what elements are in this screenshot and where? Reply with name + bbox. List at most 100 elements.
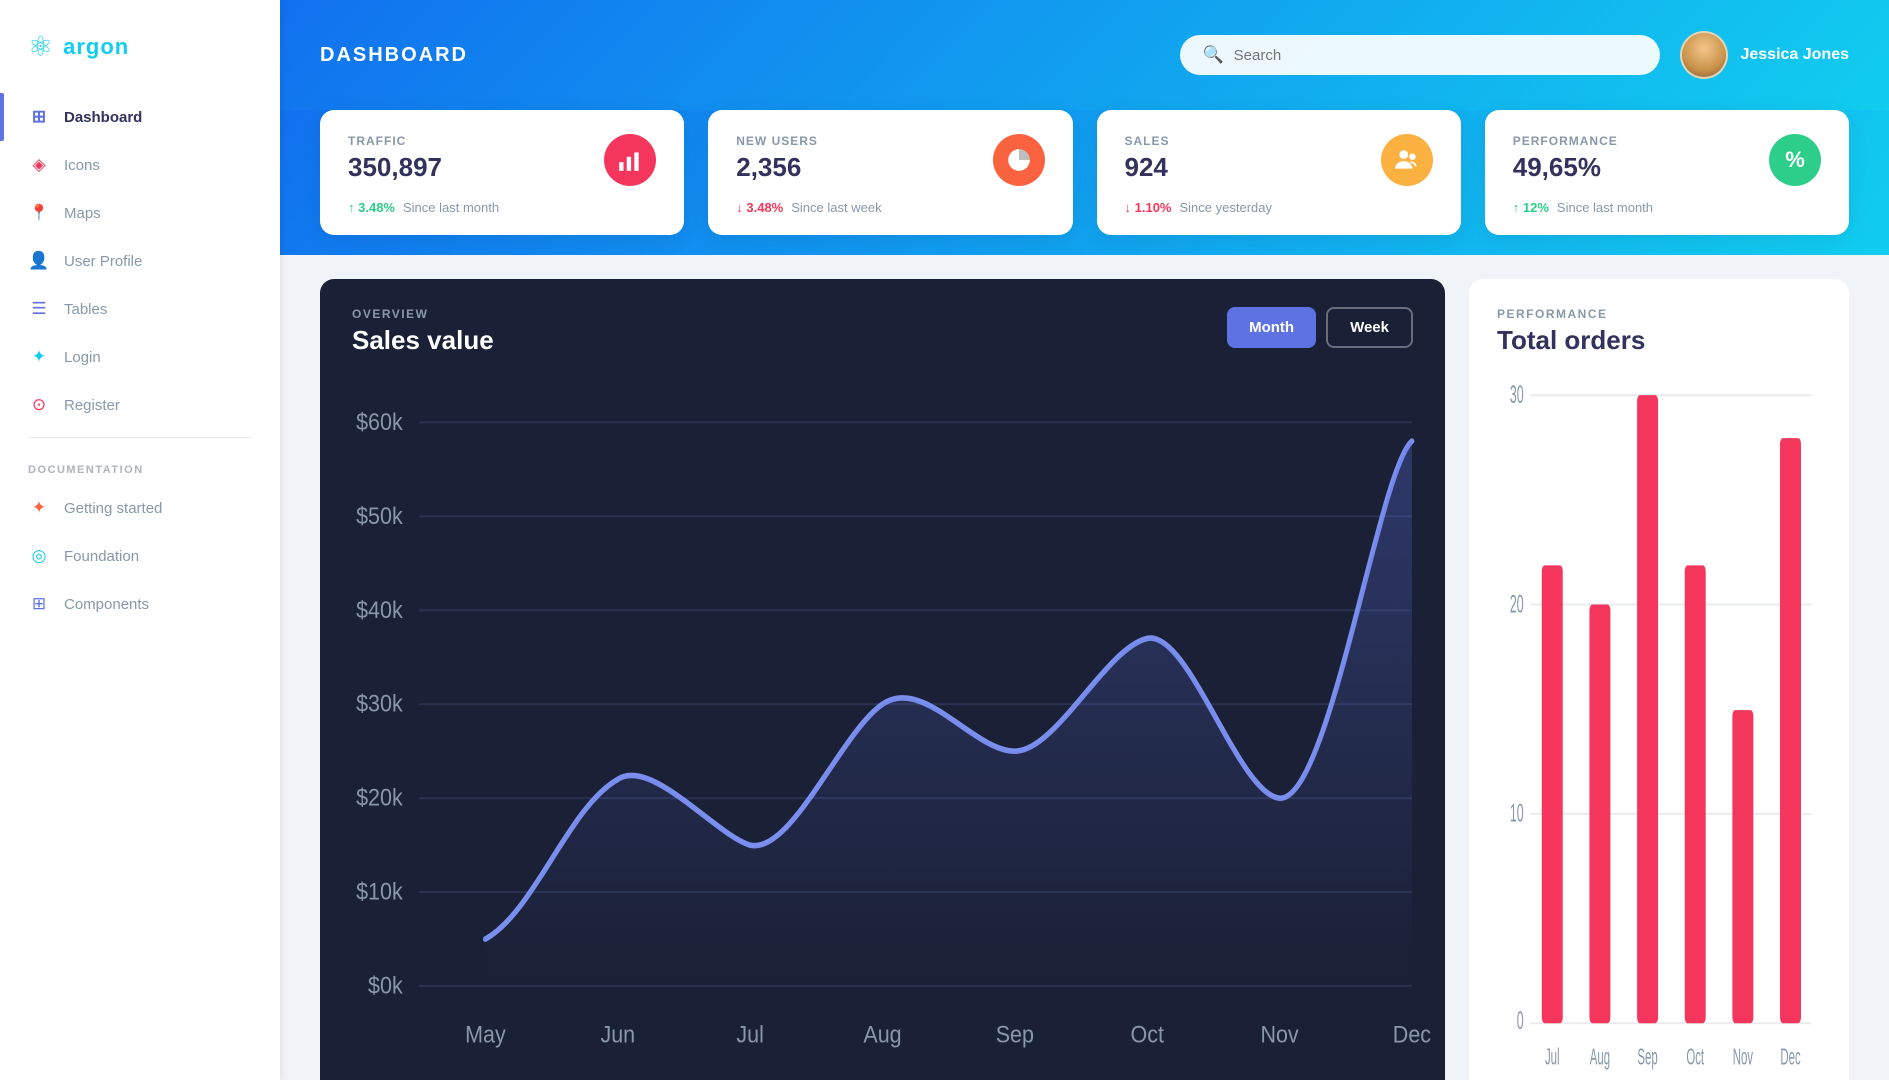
sidebar: ⚛ argon ⊞ Dashboard ◈ Icons 📍 Maps 👤 Use… xyxy=(0,0,280,1080)
svg-text:Jul: Jul xyxy=(1545,1043,1560,1070)
sales-chart-area: $60k $50k $40k $30k $20k $10k $0k May Ju… xyxy=(320,356,1445,1080)
svg-text:Dec: Dec xyxy=(1780,1043,1800,1070)
sidebar-item-getting-started[interactable]: ✦ Getting started xyxy=(0,484,280,532)
svg-text:May: May xyxy=(465,1020,506,1048)
sidebar-item-user-profile[interactable]: 👤 User Profile xyxy=(0,237,280,285)
stat-label-sales: SALES xyxy=(1125,134,1170,148)
stats-area: TRAFFIC 350,897 ↑ 3.48% Since last month xyxy=(280,110,1889,255)
stat-card-sales: SALES 924 ↓ 1.10% Since yesterday xyxy=(1097,110,1461,235)
stat-icon-traffic xyxy=(604,134,656,186)
sidebar-divider xyxy=(28,437,252,438)
svg-text:$10k: $10k xyxy=(356,877,403,905)
svg-text:Jun: Jun xyxy=(600,1020,635,1048)
sidebar-item-icons[interactable]: ◈ Icons xyxy=(0,141,280,189)
stat-since-traffic: Since last month xyxy=(403,200,499,215)
stat-value-performance: 49,65% xyxy=(1513,152,1618,183)
sidebar-item-label: Components xyxy=(64,596,149,613)
stat-value-sales: 924 xyxy=(1125,152,1170,183)
login-icon: ✦ xyxy=(28,346,50,368)
performance-title: Total orders xyxy=(1497,325,1821,356)
svg-text:Jul: Jul xyxy=(736,1020,763,1048)
search-input[interactable] xyxy=(1234,47,1639,64)
avatar-image xyxy=(1682,33,1726,77)
stat-value-traffic: 350,897 xyxy=(348,152,442,183)
sidebar-item-dashboard[interactable]: ⊞ Dashboard xyxy=(0,93,280,141)
svg-text:0: 0 xyxy=(1517,1008,1524,1036)
search-bar[interactable]: 🔍 xyxy=(1180,35,1660,75)
month-button[interactable]: Month xyxy=(1227,307,1316,348)
dashboard-icon: ⊞ xyxy=(28,106,50,128)
user-name: Jessica Jones xyxy=(1740,46,1849,64)
stat-since-new-users: Since last week xyxy=(791,200,881,215)
stat-icon-new-users xyxy=(993,134,1045,186)
user-info: Jessica Jones xyxy=(1680,31,1849,79)
svg-text:Aug: Aug xyxy=(863,1020,901,1048)
register-icon: ⊙ xyxy=(28,394,50,416)
svg-text:Dec: Dec xyxy=(1393,1020,1431,1048)
sidebar-item-tables[interactable]: ☰ Tables xyxy=(0,285,280,333)
foundation-icon: ◎ xyxy=(28,545,50,567)
content-area: OVERVIEW Sales value Month Week xyxy=(280,255,1889,1080)
stat-since-performance: Since last month xyxy=(1557,200,1653,215)
bar-chart-area: 30 20 10 0 xyxy=(1497,356,1821,1080)
logo-icon: ⚛ xyxy=(28,30,53,63)
sidebar-item-components[interactable]: ⊞ Components xyxy=(0,580,280,628)
sidebar-item-label: Login xyxy=(64,349,101,366)
stats-grid: TRAFFIC 350,897 ↑ 3.48% Since last month xyxy=(320,110,1849,235)
header-right: 🔍 Jessica Jones xyxy=(1180,31,1849,79)
svg-text:Oct: Oct xyxy=(1686,1043,1704,1070)
svg-text:30: 30 xyxy=(1510,381,1524,409)
logo-text: argon xyxy=(63,34,129,60)
svg-text:Aug: Aug xyxy=(1590,1043,1610,1070)
maps-icon: 📍 xyxy=(28,202,50,224)
orders-bar-chart: 30 20 10 0 xyxy=(1497,356,1821,1080)
svg-text:20: 20 xyxy=(1510,591,1524,619)
sidebar-item-label: Getting started xyxy=(64,500,162,517)
stat-change-sales: ↓ 1.10% xyxy=(1125,200,1172,215)
overview-buttons: Month Week xyxy=(1227,307,1413,348)
performance-label: PERFORMANCE xyxy=(1497,307,1821,321)
sidebar-item-maps[interactable]: 📍 Maps xyxy=(0,189,280,237)
sidebar-item-foundation[interactable]: ◎ Foundation xyxy=(0,532,280,580)
sidebar-item-label: Dashboard xyxy=(64,109,142,126)
user-profile-icon: 👤 xyxy=(28,250,50,272)
svg-text:$0k: $0k xyxy=(368,971,403,999)
svg-text:$60k: $60k xyxy=(356,408,403,436)
overview-label: OVERVIEW xyxy=(352,307,494,321)
svg-text:Sep: Sep xyxy=(1637,1043,1657,1070)
svg-text:Nov: Nov xyxy=(1260,1020,1299,1048)
svg-text:Oct: Oct xyxy=(1130,1020,1164,1048)
svg-text:10: 10 xyxy=(1510,800,1524,828)
stat-change-new-users: ↓ 3.48% xyxy=(736,200,783,215)
stat-card-performance: PERFORMANCE 49,65% % ↑ 12% Since last mo… xyxy=(1485,110,1849,235)
sidebar-item-label: Foundation xyxy=(64,548,139,565)
overview-title: Sales value xyxy=(352,325,494,356)
svg-text:$40k: $40k xyxy=(356,595,403,623)
svg-text:Sep: Sep xyxy=(996,1020,1034,1048)
stat-icon-sales xyxy=(1381,134,1433,186)
main-content: DASHBOARD 🔍 Jessica Jones TRAFFIC xyxy=(280,0,1889,1080)
stat-label-traffic: TRAFFIC xyxy=(348,134,442,148)
svg-text:$50k: $50k xyxy=(356,502,403,530)
performance-card: PERFORMANCE Total orders 30 20 10 0 xyxy=(1469,279,1849,1080)
tables-icon: ☰ xyxy=(28,298,50,320)
stat-card-new-users: NEW USERS 2,356 ↓ 3.48% Since last week xyxy=(708,110,1072,235)
sidebar-item-label: Icons xyxy=(64,157,100,174)
sidebar-item-label: Register xyxy=(64,397,120,414)
sidebar-item-login[interactable]: ✦ Login xyxy=(0,333,280,381)
stat-since-sales: Since yesterday xyxy=(1180,200,1273,215)
getting-started-icon: ✦ xyxy=(28,497,50,519)
documentation-label: DOCUMENTATION xyxy=(0,446,280,484)
search-icon: 🔍 xyxy=(1202,45,1223,65)
svg-text:$20k: $20k xyxy=(356,783,403,811)
sidebar-item-register[interactable]: ⊙ Register xyxy=(0,381,280,429)
stat-label-performance: PERFORMANCE xyxy=(1513,134,1618,148)
icons-icon: ◈ xyxy=(28,154,50,176)
stat-change-performance: ↑ 12% xyxy=(1513,200,1549,215)
week-button[interactable]: Week xyxy=(1326,307,1413,348)
avatar xyxy=(1680,31,1728,79)
overview-card: OVERVIEW Sales value Month Week xyxy=(320,279,1445,1080)
header: DASHBOARD 🔍 Jessica Jones xyxy=(280,0,1889,110)
stat-icon-performance: % xyxy=(1769,134,1821,186)
stat-card-traffic: TRAFFIC 350,897 ↑ 3.48% Since last month xyxy=(320,110,684,235)
